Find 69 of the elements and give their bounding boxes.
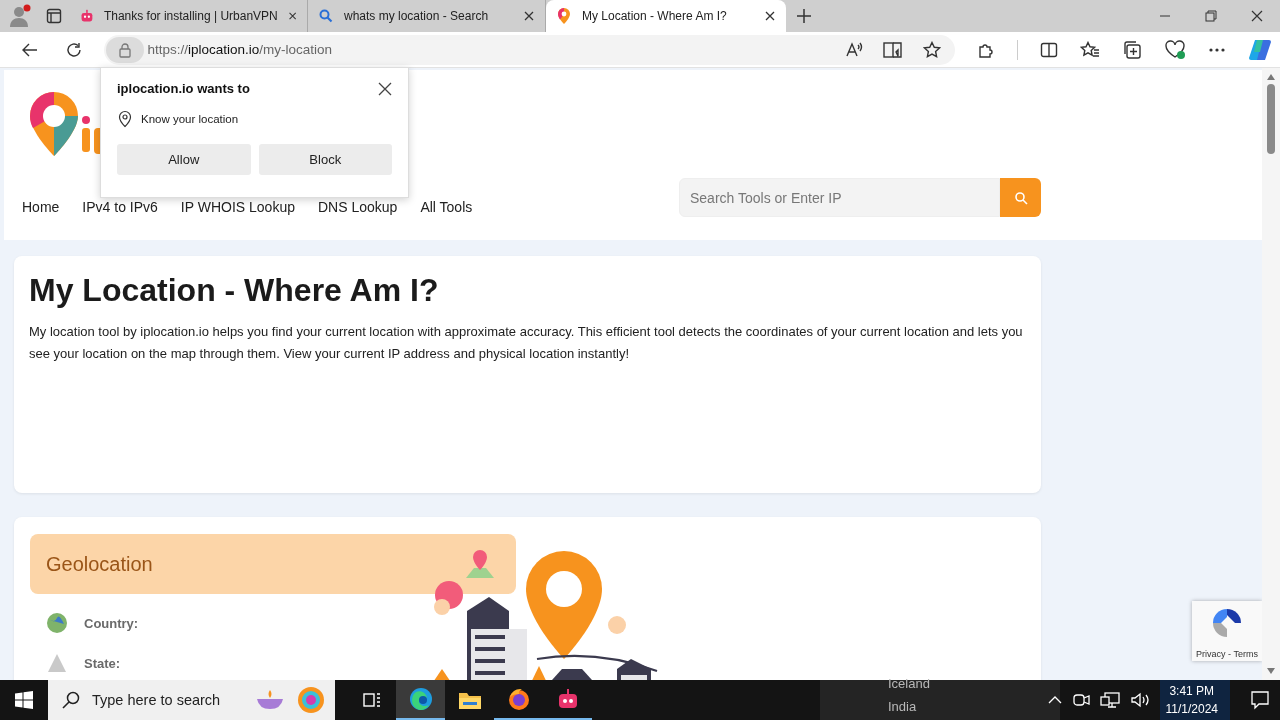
profile-icon[interactable] — [8, 4, 32, 28]
clock[interactable]: 3:41 PM 11/1/2024 — [1159, 680, 1230, 720]
scroll-thumb[interactable] — [1267, 84, 1275, 154]
network-icon[interactable] — [1099, 691, 1120, 709]
more-icon[interactable] — [1208, 46, 1226, 53]
star-icon[interactable] — [923, 40, 941, 59]
camera-icon[interactable] — [1071, 692, 1090, 708]
search-icon — [62, 691, 80, 709]
notification-icon[interactable] — [1250, 690, 1270, 710]
allow-button[interactable]: Allow — [117, 144, 251, 175]
search-icon — [318, 8, 334, 24]
restore-icon[interactable] — [1205, 10, 1217, 22]
split-screen-icon[interactable] — [1040, 40, 1058, 59]
date-text: 11/1/2024 — [1165, 701, 1218, 718]
field-label: State: — [84, 655, 121, 671]
field-label: Country: — [84, 615, 139, 631]
globe-icon — [46, 612, 68, 634]
address-bar[interactable]: https://iplocation.io/my-location — [103, 34, 955, 65]
firefox-icon[interactable] — [506, 687, 531, 711]
close-icon[interactable] — [764, 10, 776, 22]
page-title: My Location - Where Am I? — [29, 272, 440, 309]
location-icon — [117, 110, 133, 128]
taskbar-search-field[interactable]: Type here to search — [48, 680, 335, 720]
flower-icon — [297, 686, 325, 714]
nav-link[interactable]: Home — [22, 198, 60, 215]
copilot-icon[interactable] — [1248, 37, 1272, 62]
taskbar-button[interactable] — [396, 680, 445, 720]
scroll-down-icon[interactable] — [1267, 668, 1275, 674]
browser-tab[interactable]: My Location - Where Am I? — [546, 0, 786, 32]
windows-icon[interactable] — [15, 691, 33, 709]
permission-request: Know your location — [141, 113, 239, 125]
collections-icon[interactable] — [1122, 39, 1142, 60]
nav-link[interactable]: DNS Lookup — [318, 198, 398, 215]
nav-link[interactable]: IP WHOIS Lookup — [180, 198, 295, 215]
lock-icon — [117, 41, 132, 58]
scrollbar[interactable] — [1262, 68, 1280, 680]
nav-link[interactable]: All Tools — [420, 198, 473, 215]
nav-link[interactable]: IPv4 to IPv6 — [82, 198, 158, 215]
edge-icon[interactable] — [408, 687, 433, 711]
task-view-icon[interactable] — [361, 691, 382, 709]
block-button[interactable]: Block — [258, 144, 392, 175]
intro-paragraph: My location tool by iplocation.io helps you find your current location with approximate accuracy. This efficient tool detects the coordinates of your current location and lets you see your location on the map through them. View your current IP address and physical location instantly! — [29, 323, 1024, 363]
close-icon[interactable] — [523, 10, 535, 22]
map-pin-icon — [464, 548, 496, 580]
immersive-reader-icon[interactable] — [883, 40, 903, 59]
volume-icon[interactable] — [1129, 691, 1150, 709]
window-text: India — [888, 699, 917, 714]
search-field[interactable]: Search Tools or Enter IP — [679, 178, 1000, 217]
favorites-icon[interactable] — [1080, 40, 1100, 59]
lamp-icon — [255, 689, 285, 711]
chevron-up-icon[interactable] — [1047, 695, 1062, 705]
tab-actions-icon[interactable] — [46, 8, 62, 24]
close-icon[interactable] — [287, 10, 297, 22]
scroll-up-icon[interactable] — [1267, 74, 1275, 80]
browser-essentials-icon[interactable] — [1164, 39, 1186, 60]
geolocation-title: Geolocation — [46, 552, 153, 576]
popup-title: iplocation.io wants to — [117, 81, 250, 96]
new-tab-icon[interactable] — [796, 8, 812, 24]
refresh-icon[interactable] — [64, 40, 83, 59]
window-text: Iceland — [888, 676, 930, 691]
close-icon[interactable] — [378, 81, 392, 96]
close-icon[interactable] — [1251, 10, 1263, 22]
time-text: 3:41 PM — [1169, 683, 1215, 700]
read-aloud-icon[interactable] — [845, 40, 863, 59]
pin-icon — [556, 7, 572, 25]
url-text: https://iplocation.io/my-location — [147, 42, 333, 57]
search-icon — [1013, 190, 1028, 205]
browser-tab[interactable]: Thanks for installing | UrbanVPN — [70, 0, 308, 32]
privacy-terms-link[interactable]: Privacy - Terms — [1196, 649, 1258, 659]
